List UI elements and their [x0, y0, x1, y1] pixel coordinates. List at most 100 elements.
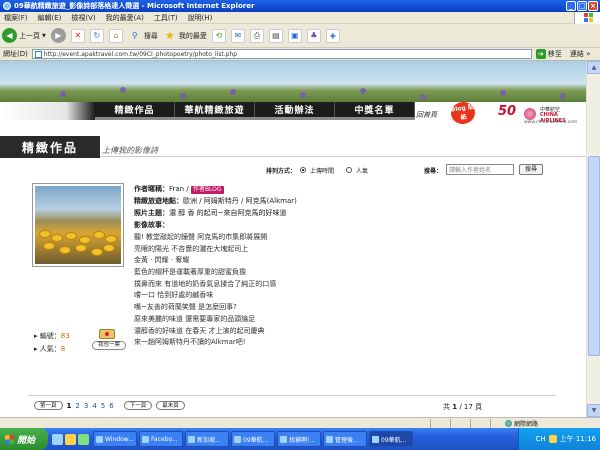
- menu-help[interactable]: 說明(H): [188, 13, 213, 23]
- clock: 上午 11:16: [559, 435, 596, 443]
- photo-thumbnail[interactable]: [32, 183, 124, 267]
- task-button[interactable]: 09華航...: [231, 431, 275, 447]
- china-airlines-logo: 50 中華航空 CHINA AIRLINES www.china-airline…: [498, 104, 583, 125]
- blog-sticker-badge[interactable]: Blog 貼紙: [449, 100, 477, 126]
- taskbar: 開始 Window... Facebo... 新加坡... 09華航... 找補…: [0, 428, 600, 450]
- nav-fade: [0, 102, 95, 120]
- task-button[interactable]: 新加坡...: [185, 431, 229, 447]
- vote-button[interactable]: 我也一票: [92, 329, 126, 351]
- vertical-scrollbar[interactable]: ▲ ▼: [586, 61, 600, 417]
- folder-quicklaunch-icon[interactable]: [65, 433, 76, 445]
- back-button[interactable]: ◀ 上一頁 ▼: [2, 28, 46, 43]
- mail-icon[interactable]: ✉: [230, 28, 245, 43]
- windows-flag-icon: [5, 434, 14, 444]
- story-line: 濃醇香的好味道 在春天 才上演的起司慶典: [134, 326, 265, 335]
- total-prefix: 共: [443, 403, 450, 411]
- refresh-icon[interactable]: ↻: [89, 28, 104, 43]
- menu-bar: 檔案(F) 編輯(E) 檢視(V) 我的最愛(A) 工具(T) 說明(H): [0, 12, 600, 24]
- stop-icon[interactable]: ✕: [70, 28, 85, 43]
- go-button[interactable]: ➔ 移至: [535, 49, 562, 59]
- start-label: 開始: [17, 435, 36, 446]
- author-blog-link[interactable]: 作者BLOG: [190, 186, 224, 194]
- close-button[interactable]: ×: [588, 1, 598, 11]
- last-page-button[interactable]: 最末頁: [156, 401, 185, 410]
- task-button[interactable]: Window...: [93, 431, 137, 447]
- favorites-label: 我的最愛: [178, 31, 207, 40]
- scroll-thumb[interactable]: [588, 156, 600, 356]
- menu-file[interactable]: 檔案(F): [4, 13, 28, 23]
- nav-winners[interactable]: 中獎名單: [335, 102, 415, 117]
- first-page-button[interactable]: 第一頁: [34, 401, 63, 410]
- scroll-up-icon[interactable]: ▲: [587, 61, 600, 74]
- home-link[interactable]: 回首頁: [416, 110, 437, 120]
- page-number[interactable]: 4: [92, 402, 96, 410]
- task-button[interactable]: 找補啊!...: [277, 431, 321, 447]
- sort-by-popularity-radio[interactable]: [346, 167, 353, 173]
- language-indicator[interactable]: CH: [535, 435, 545, 443]
- messenger-icon[interactable]: ♣: [306, 28, 321, 43]
- search-button[interactable]: ⚲ 搜尋: [128, 29, 158, 43]
- home-icon[interactable]: ⌂: [108, 28, 123, 43]
- start-button[interactable]: 開始: [0, 428, 48, 450]
- menu-edit[interactable]: 編輯(E): [38, 13, 62, 23]
- print-icon[interactable]: ⎙: [249, 28, 264, 43]
- address-input[interactable]: http://event.apaktravel.com.tw/09CI_phot…: [31, 49, 532, 59]
- vote-label: 我也一票: [92, 341, 126, 350]
- nav-works[interactable]: 精緻作品: [95, 102, 175, 117]
- sort-by-time-radio[interactable]: [300, 167, 307, 173]
- links-button[interactable]: 連結 »: [570, 49, 591, 59]
- page-number[interactable]: 5: [101, 402, 105, 410]
- tray-icon[interactable]: [548, 435, 557, 443]
- menu-tools[interactable]: 工具(T): [154, 13, 178, 23]
- theme-value: 濃 醇 香 的起司~來自阿克馬的好味道: [169, 209, 287, 217]
- story-text: 聽! 教堂敲起的鐘聲 阿克馬的市集即將展開 亮眼的陽光 不吝嗇的灑在大塊起司上 …: [134, 232, 564, 349]
- research-icon[interactable]: ◈: [325, 28, 340, 43]
- menu-favorites[interactable]: 我的最愛(A): [106, 13, 144, 23]
- search-label: 搜尋: [143, 31, 158, 40]
- page-number[interactable]: 6: [109, 402, 113, 410]
- favorites-button[interactable]: ★ 我的最愛: [163, 29, 207, 43]
- next-page-button[interactable]: 下一頁: [123, 401, 153, 410]
- theme-label: 照片主題：: [134, 209, 169, 217]
- pagination: 第一頁 1 2 3 4 5 6 下一頁 最末頁: [34, 401, 185, 410]
- minimize-button[interactable]: _: [566, 1, 576, 11]
- maximize-button[interactable]: □: [577, 1, 587, 11]
- chevron-down-icon[interactable]: ▼: [42, 33, 46, 39]
- discuss-icon[interactable]: ▣: [287, 28, 302, 43]
- menu-view[interactable]: 檢視(V): [71, 13, 95, 23]
- author-search-input[interactable]: [446, 164, 514, 175]
- nav-rules[interactable]: 活動辦法: [255, 102, 335, 117]
- scroll-down-icon[interactable]: ▼: [587, 404, 600, 417]
- toolbar: ◀ 上一頁 ▼ ▶ ✕ ↻ ⌂ ⚲ 搜尋 ★ 我的最愛 ⟲ ✉ ⎙ ▤ ▣ ♣ …: [0, 24, 600, 48]
- page-number[interactable]: 3: [84, 402, 88, 410]
- task-button-active[interactable]: 09華航...: [369, 431, 413, 447]
- page-number[interactable]: 1: [67, 402, 72, 410]
- story-line: 原來美麗的味道 還需要專家的品頭論足: [134, 314, 256, 323]
- sort-by-time-label[interactable]: 上傳時間: [310, 166, 334, 175]
- go-label: 移至: [547, 50, 562, 58]
- task-button[interactable]: Facebo...: [139, 431, 183, 447]
- sort-by-popularity-label[interactable]: 人氣: [356, 166, 368, 175]
- window-icon: [280, 435, 287, 443]
- forward-arrow-icon[interactable]: ▶: [50, 28, 66, 43]
- page-number[interactable]: 2: [75, 402, 79, 410]
- history-icon[interactable]: ⟲: [211, 28, 226, 43]
- search-submit-button[interactable]: 搜尋: [519, 164, 543, 175]
- upload-link[interactable]: 上傳我的影像詩: [102, 145, 158, 156]
- ie-icon: [3, 2, 11, 10]
- back-arrow-icon: ◀: [2, 28, 17, 43]
- star-icon: ★: [164, 29, 175, 42]
- story-line: 藍色的帽杯是運載著厚重的甜蜜負擔: [134, 268, 246, 277]
- messenger-quicklaunch-icon[interactable]: [78, 433, 89, 445]
- author-label: 作者暱稱：: [134, 185, 169, 193]
- edit-icon[interactable]: ▤: [268, 28, 283, 43]
- nav-tours[interactable]: 華航精緻旅遊: [175, 102, 255, 117]
- task-button[interactable]: 管理後...: [323, 431, 367, 447]
- story-line: 金黃 ‧ 閃耀 ‧ 奪耀: [134, 256, 190, 265]
- story-line: 來一趟阿姆斯特丹不讀的Alkmar吧!: [134, 338, 246, 347]
- cheese-market-photo: [35, 186, 121, 264]
- ie-quicklaunch-icon[interactable]: [52, 433, 63, 445]
- page-viewport: 精緻作品 華航精緻旅遊 活動辦法 中獎名單 回首頁 Blog 貼紙 50 中華航…: [0, 61, 586, 417]
- page-icon: [34, 50, 42, 58]
- address-bar: 網址(D) http://event.apaktravel.com.tw/09C…: [0, 48, 600, 61]
